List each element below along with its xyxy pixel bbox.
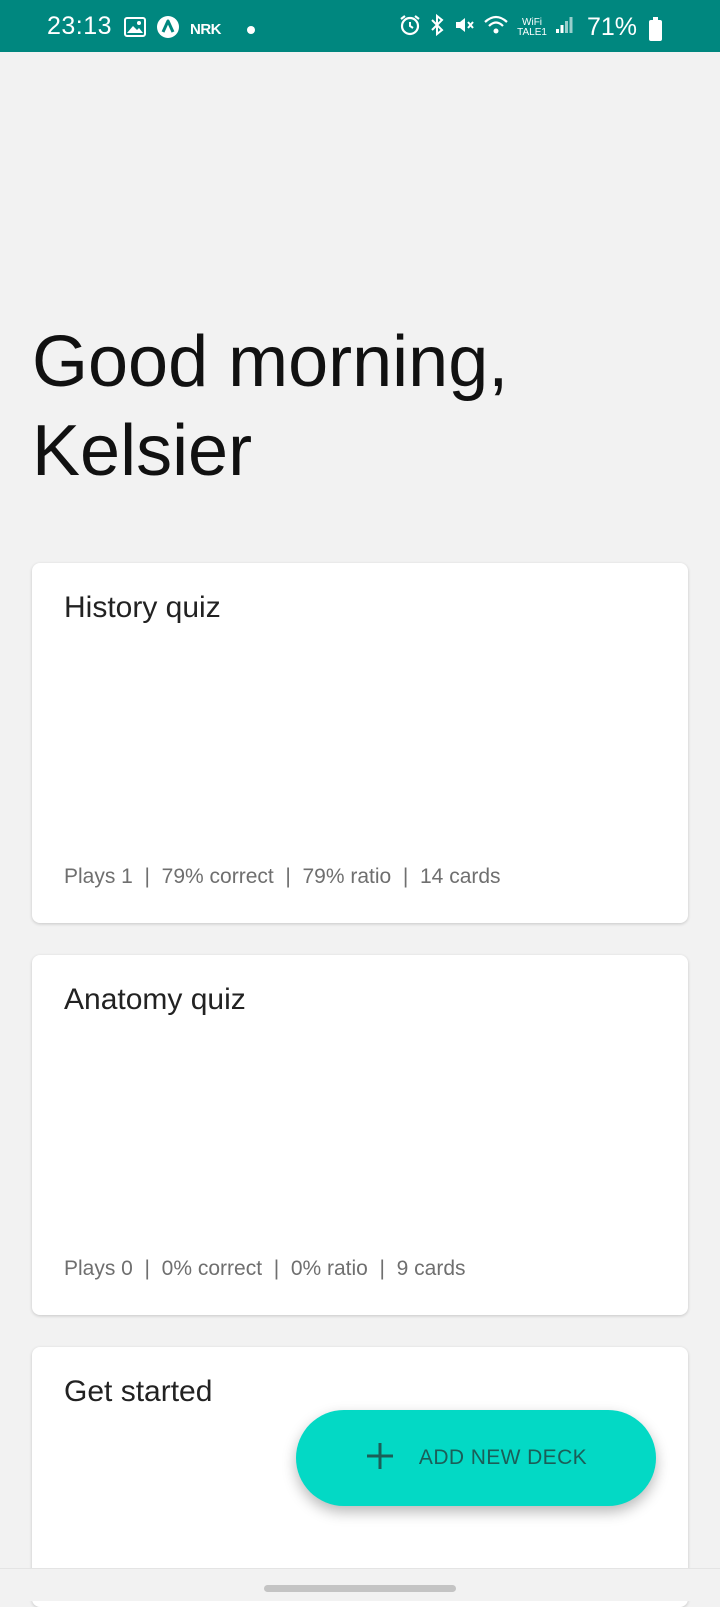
image-icon: [124, 17, 146, 42]
battery-percentage: 71%: [586, 13, 637, 41]
wifi-icon: [483, 15, 509, 40]
add-new-deck-button[interactable]: ADD NEW DECK: [296, 1410, 656, 1506]
deck-title: History quiz: [64, 591, 221, 624]
greeting-heading: Good morning, Kelsier: [32, 322, 509, 491]
deck-title: Get started: [64, 1375, 213, 1408]
nav-arrow-icon: [156, 15, 180, 44]
deck-stats: Plays 0 | 0% correct | 0% ratio | 9 card…: [64, 1257, 466, 1280]
bluetooth-icon: [429, 13, 445, 42]
deck-title: Anatomy quiz: [64, 983, 246, 1016]
nrk-icon: NRK: [190, 21, 222, 38]
notification-dot-icon: [247, 25, 255, 34]
deck-card-history[interactable]: History quiz Plays 1 | 79% correct | 79%…: [32, 563, 688, 923]
signal-icon: [555, 16, 573, 39]
add-new-deck-label: ADD NEW DECK: [418, 1446, 588, 1469]
mute-icon: [453, 14, 475, 41]
status-time: 23:13: [47, 12, 113, 40]
plus-icon: [365, 1441, 395, 1476]
status-bar: 23:13 NRK WiFi TALE1 71%: [0, 0, 720, 52]
status-left-icons: NRK: [124, 15, 255, 44]
battery-icon: [649, 17, 662, 41]
navigation-bar: [0, 1568, 720, 1601]
alarm-icon: [399, 14, 421, 41]
wifi-carrier-label: WiFi TALE1: [517, 16, 547, 38]
deck-card-anatomy[interactable]: Anatomy quiz Plays 0 | 0% correct | 0% r…: [32, 955, 688, 1315]
deck-stats: Plays 1 | 79% correct | 79% ratio | 14 c…: [64, 865, 501, 888]
status-right-icons: WiFi TALE1 71%: [399, 13, 662, 42]
home-indicator[interactable]: [264, 1585, 456, 1592]
